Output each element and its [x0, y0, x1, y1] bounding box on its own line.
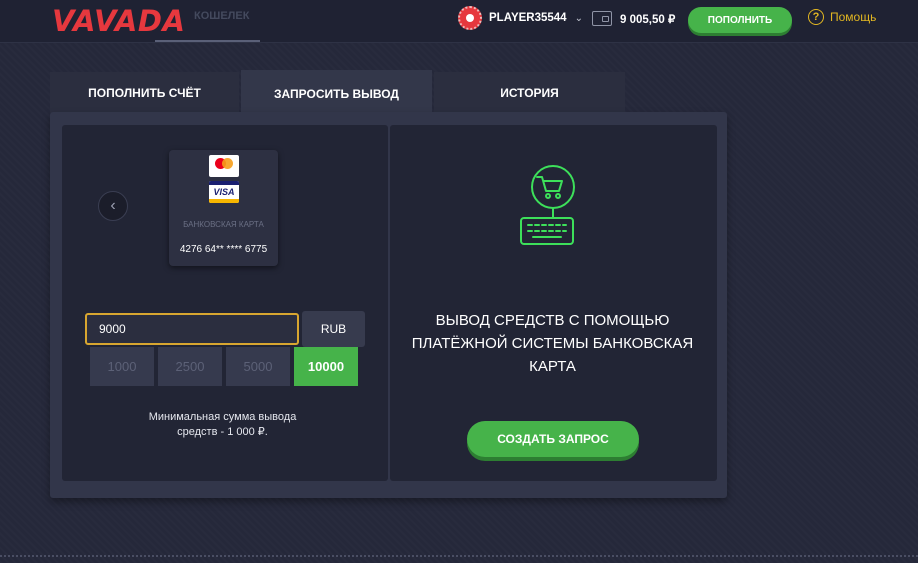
- chevron-down-icon: ⌄: [574, 12, 583, 24]
- wallet-subnav-label[interactable]: КОШЕЛЕК: [194, 10, 249, 22]
- card-method-name: БАНКОВСКАЯ КАРТА: [183, 220, 264, 229]
- footer-divider: [0, 555, 918, 557]
- prev-method-button[interactable]: ‹: [98, 191, 128, 221]
- online-payment-icon: [520, 165, 575, 245]
- card-number: 4276 64** **** 6775: [179, 244, 268, 255]
- wallet-icon: [592, 11, 612, 26]
- visa-icon: VISA: [209, 181, 239, 203]
- payment-method-card[interactable]: VISA БАНКОВСКАЯ КАРТА 4276 64** **** 677…: [169, 150, 278, 266]
- player-menu[interactable]: PLAYER35544 ⌄: [458, 6, 583, 30]
- withdraw-method-title: ВЫВОД СРЕДСТВ С ПОМОЩЬЮ ПЛАТЁЖНОЙ СИСТЕМ…: [400, 309, 705, 378]
- mastercard-icon: [209, 155, 239, 177]
- deposit-button[interactable]: ПОПОЛНИТЬ: [688, 7, 792, 33]
- title-line1: ВЫВОД СРЕДСТВ С ПОМОЩЬЮ: [435, 312, 670, 329]
- min-note-line1: Минимальная сумма вывода: [148, 411, 297, 423]
- create-request-button[interactable]: СОЗДАТЬ ЗАПРОС: [467, 421, 639, 457]
- avatar-icon: [458, 6, 482, 30]
- title-line2: ПЛАТЁЖНОЙ СИСТЕМЫ БАНКОВСКАЯ: [411, 335, 694, 352]
- help-link[interactable]: ? Помощь: [808, 9, 876, 25]
- preset-amount-button[interactable]: 2500: [158, 347, 222, 386]
- minimum-withdraw-note: Минимальная сумма вывода средств - 1 000…: [130, 410, 315, 440]
- help-label: Помощь: [830, 10, 877, 24]
- min-note-line2: средств - 1 000 ₽.: [177, 426, 268, 438]
- amount-input[interactable]: [85, 313, 299, 345]
- player-name: PLAYER35544: [489, 12, 567, 24]
- preset-amount-button-selected[interactable]: 10000: [294, 347, 358, 386]
- currency-label: RUB: [302, 311, 365, 347]
- tab-history[interactable]: ИСТОРИЯ: [434, 72, 625, 113]
- subnav-underline: [155, 40, 260, 42]
- tab-withdraw[interactable]: ЗАПРОСИТЬ ВЫВОД: [241, 70, 432, 117]
- title-line3: КАРТА: [529, 358, 576, 375]
- top-bar: VAVADA КОШЕЛЕК PLAYER35544 ⌄ 9 005,50 ₽ …: [0, 0, 918, 43]
- preset-amount-button[interactable]: 5000: [226, 347, 290, 386]
- balance-value: 9 005,50 ₽: [620, 14, 676, 26]
- preset-amount-button[interactable]: 1000: [90, 347, 154, 386]
- tab-deposit[interactable]: ПОПОЛНИТЬ СЧЁТ: [50, 72, 239, 113]
- vavada-logo[interactable]: VAVADA: [52, 4, 185, 38]
- help-icon: ?: [808, 9, 824, 25]
